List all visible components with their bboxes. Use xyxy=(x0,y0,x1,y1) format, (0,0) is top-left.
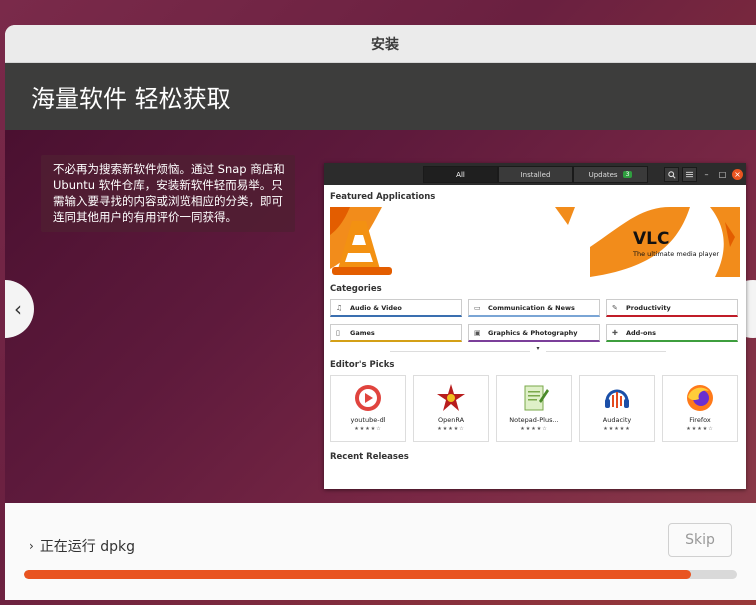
document-icon: ✎ xyxy=(612,303,618,312)
chevron-right-icon: › xyxy=(29,539,34,553)
status-text: 正在运行 dpkg xyxy=(39,539,136,555)
category-productivity: ✎ Productivity xyxy=(606,299,738,317)
featured-app-name: VLC xyxy=(633,229,670,249)
status-expander[interactable]: › 正在运行 dpkg xyxy=(29,536,135,556)
featured-title: Featured Applications xyxy=(330,192,436,202)
category-audio-video: ♫ Audio & Video xyxy=(330,299,462,317)
category-add-ons: ✚ Add-ons xyxy=(606,324,738,342)
image-icon: ▣ xyxy=(474,328,481,337)
categories-grid: ♫ Audio & Video ▭ Communication & News ✎ Pr… xyxy=(330,299,746,342)
pick-notepad-plus: Notepad-Plus... ★★★★☆ xyxy=(496,375,572,442)
category-games: ▯ Games xyxy=(330,324,462,342)
vlc-banner-art xyxy=(330,207,740,277)
search-icon xyxy=(664,167,679,182)
editors-picks-list: youtube-dl ★★★★☆ OpenRA ★★★★☆ Notepad-Pl… xyxy=(330,375,746,442)
audacity-icon xyxy=(605,389,629,408)
window-title: 安装 xyxy=(5,25,756,63)
slideshow: 不必再为搜索新软件烦恼。通过 Snap 商店和 Ubuntu 软件仓库，安装新软… xyxy=(5,130,756,503)
categories-title: Categories xyxy=(330,284,382,294)
pick-youtube-dl: youtube-dl ★★★★☆ xyxy=(330,375,406,442)
install-progress-fill xyxy=(24,570,691,579)
pick-openra: OpenRA ★★★★☆ xyxy=(413,375,489,442)
tab-all: All xyxy=(423,166,498,183)
app-headerbar: All Installed Updates 3 – □ × xyxy=(324,163,746,185)
maximize-icon: □ xyxy=(718,170,727,179)
chevron-left-icon: ‹ xyxy=(14,297,22,321)
install-footer: › 正在运行 dpkg Skip xyxy=(5,503,756,600)
slide-description: 不必再为搜索新软件烦恼。通过 Snap 商店和 Ubuntu 软件仓库，安装新软… xyxy=(41,155,295,232)
category-communication-news: ▭ Communication & News xyxy=(468,299,600,317)
chevron-down-icon: ▾ xyxy=(530,345,546,352)
page-title: 海量软件 轻松获取 xyxy=(5,63,756,130)
openra-icon xyxy=(437,384,465,411)
editors-picks-title: Editor's Picks xyxy=(330,360,395,370)
menu-icon xyxy=(682,167,697,182)
firefox-icon xyxy=(687,385,713,411)
tab-installed: Installed xyxy=(498,166,573,183)
tab-updates: Updates 3 xyxy=(573,166,648,183)
featured-banner: VLC The ultimate media player xyxy=(330,207,740,277)
message-icon: ▭ xyxy=(474,303,481,312)
install-progress-bar xyxy=(24,570,737,579)
previous-slide-button[interactable]: ‹ xyxy=(5,280,34,338)
more-categories: ▾ xyxy=(330,345,746,357)
pick-audacity: Audacity ★★★★★ xyxy=(579,375,655,442)
youtube-dl-icon xyxy=(355,385,381,411)
puzzle-icon: ✚ xyxy=(612,328,618,337)
installer-window: 安装 海量软件 轻松获取 不必再为搜索新软件烦恼。通过 Snap 商店和 Ubu… xyxy=(5,25,756,600)
updates-badge: 3 xyxy=(622,171,633,178)
games-icon: ▯ xyxy=(336,328,340,337)
notepad-plus-icon xyxy=(524,385,549,411)
software-app-preview: All Installed Updates 3 – □ × Featured A… xyxy=(324,163,746,489)
close-icon: × xyxy=(732,169,743,180)
category-graphics-photography: ▣ Graphics & Photography xyxy=(468,324,600,342)
featured-app-subtitle: The ultimate media player xyxy=(633,250,720,258)
app-tabs: All Installed Updates 3 xyxy=(423,166,648,183)
recent-releases-title: Recent Releases xyxy=(330,452,409,462)
music-note-icon: ♫ xyxy=(336,303,343,312)
pick-firefox: Firefox ★★★★☆ xyxy=(662,375,738,442)
minimize-icon: – xyxy=(704,170,709,179)
skip-button[interactable]: Skip xyxy=(668,523,732,557)
